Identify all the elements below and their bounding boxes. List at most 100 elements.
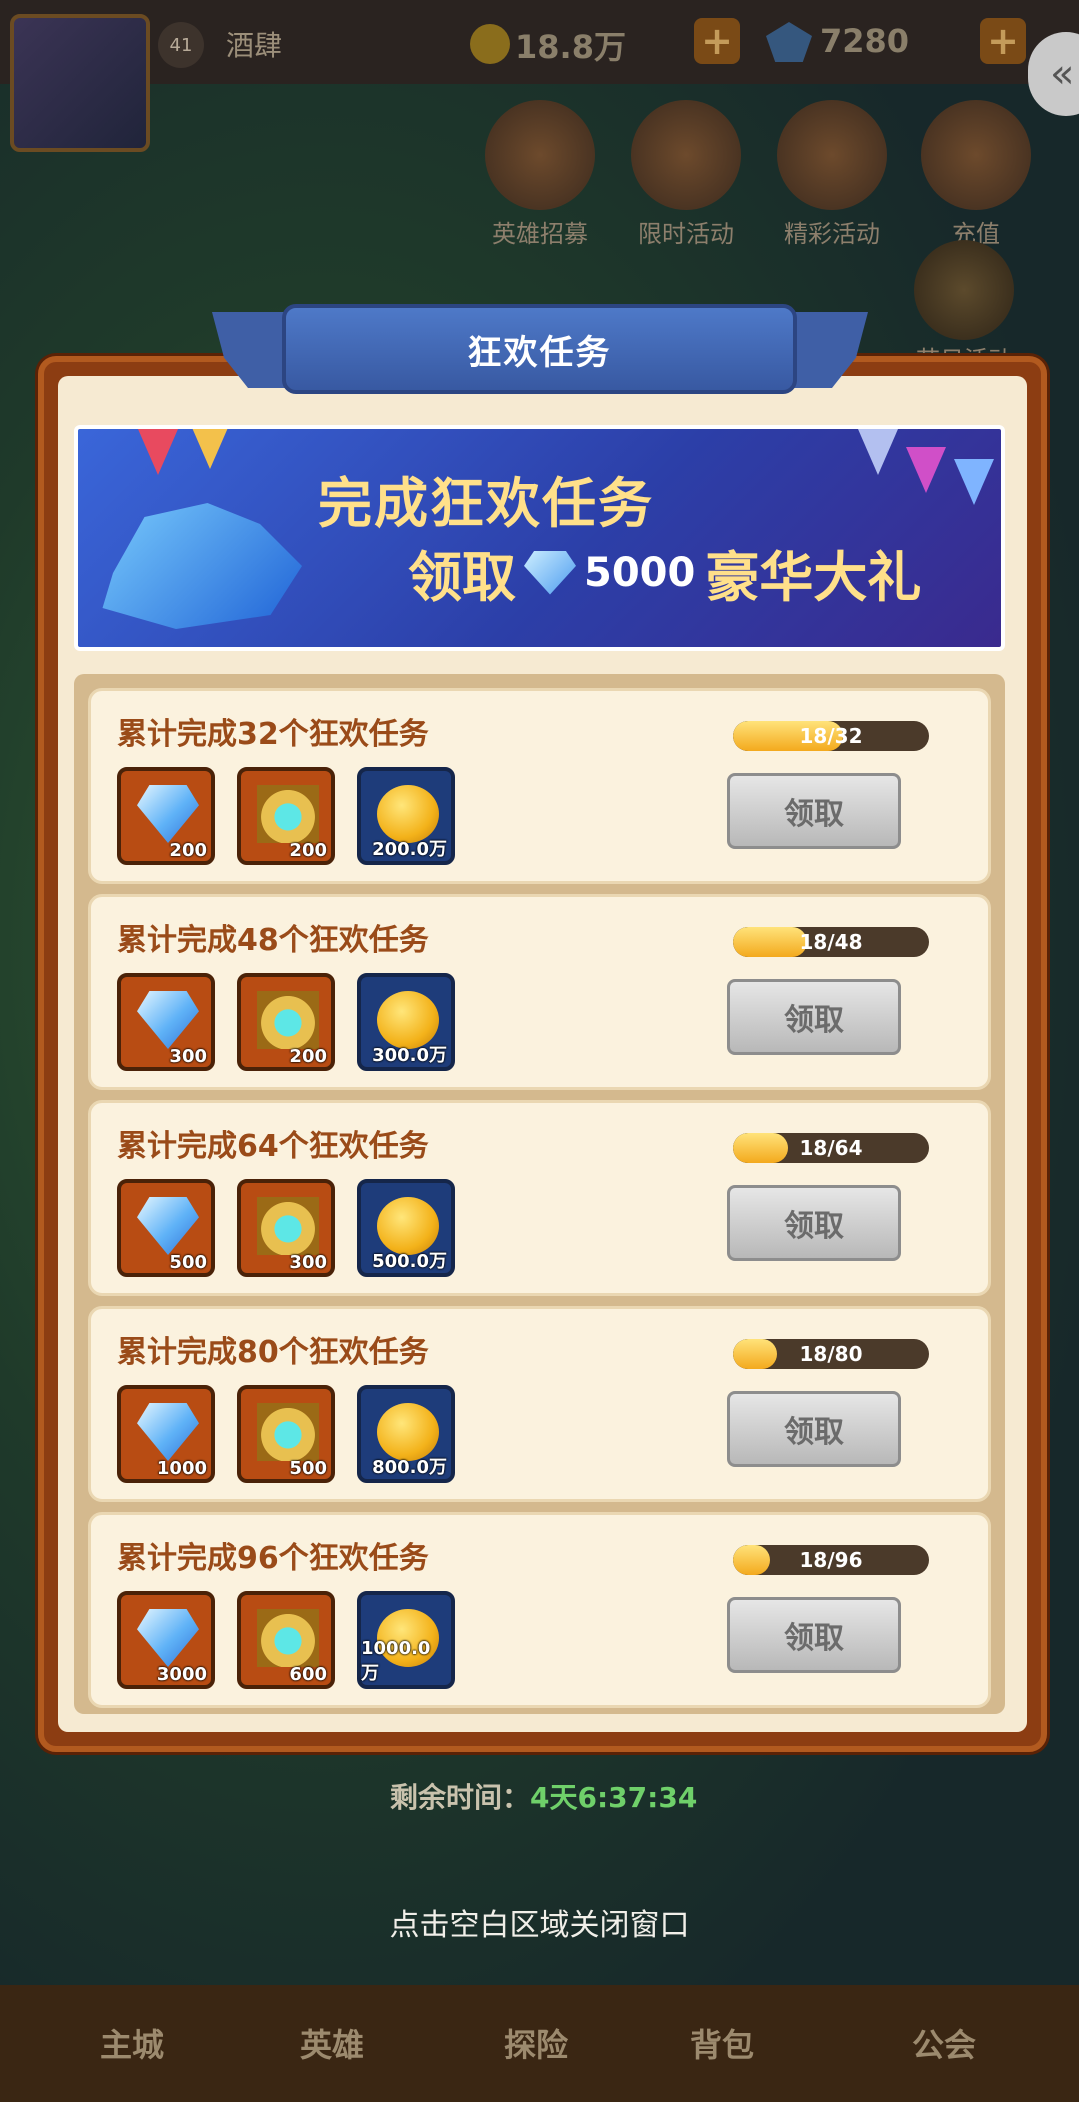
bunting-flag xyxy=(954,459,994,505)
close-hint[interactable]: 点击空白区域关闭窗口 xyxy=(0,1900,1079,1944)
reward-slot[interactable]: 300.0万 xyxy=(357,973,455,1071)
task-progress-bar: 18/64 xyxy=(733,1133,929,1163)
reward-slot[interactable]: 500.0万 xyxy=(357,1179,455,1277)
reward-slot[interactable]: 1000 xyxy=(117,1385,215,1483)
reward-quantity: 200 xyxy=(289,840,327,861)
reward-quantity: 300 xyxy=(169,1046,207,1067)
emblem-icon xyxy=(257,1609,319,1667)
reward-quantity: 800.0万 xyxy=(372,1457,447,1478)
player-level-badge: 41 xyxy=(158,22,204,68)
reward-slot[interactable]: 300 xyxy=(237,1179,335,1277)
gem-balance: 7280 xyxy=(820,22,910,60)
bunting-flag xyxy=(138,429,178,475)
festival-event-icon xyxy=(914,240,1014,340)
claim-button[interactable]: 领取 xyxy=(727,979,901,1055)
top-activity-label: 限时活动 xyxy=(638,220,734,248)
reward-quantity: 500.0万 xyxy=(372,1251,447,1272)
task-title: 累计完成48个狂欢任务 xyxy=(117,923,429,958)
coin-icon xyxy=(470,24,510,64)
reward-slot[interactable]: 3000 xyxy=(117,1591,215,1689)
banner-gem-amount: 5000 xyxy=(584,549,696,596)
add-coins-button[interactable]: + xyxy=(694,18,740,64)
task-list[interactable]: 累计完成32个狂欢任务 200 200 200.0万 18/32 领取 累计完成4… xyxy=(74,674,1005,1714)
limited-event-icon xyxy=(631,100,741,210)
reward-slot[interactable]: 800.0万 xyxy=(357,1385,455,1483)
claim-button[interactable]: 领取 xyxy=(727,1597,901,1673)
reward-quantity: 1000 xyxy=(156,1458,207,1479)
reward-slot[interactable]: 500 xyxy=(117,1179,215,1277)
reward-quantity: 3000 xyxy=(156,1664,207,1685)
claim-button[interactable]: 领取 xyxy=(727,1391,901,1467)
nav-backpack[interactable]: 背包 xyxy=(690,2020,754,2066)
task-title: 累计完成96个狂欢任务 xyxy=(117,1541,429,1576)
task-card: 累计完成48个狂欢任务 300 200 300.0万 18/48 领取 xyxy=(88,894,991,1090)
gem-icon xyxy=(137,1403,199,1461)
task-progress-bar: 18/80 xyxy=(733,1339,929,1369)
hero-recruit-icon xyxy=(485,100,595,210)
task-card: 累计完成80个狂欢任务 1000 500 800.0万 18/80 领取 xyxy=(88,1306,991,1502)
claim-button[interactable]: 领取 xyxy=(727,1185,901,1261)
nav-heroes[interactable]: 英雄 xyxy=(300,2020,364,2066)
nav-main-city[interactable]: 主城 xyxy=(100,2020,164,2066)
reward-quantity: 500 xyxy=(289,1458,327,1479)
task-progress-bar: 18/32 xyxy=(733,721,929,751)
task-progress-text: 18/48 xyxy=(799,930,863,954)
reward-quantity: 500 xyxy=(169,1252,207,1273)
recharge-icon xyxy=(921,100,1031,210)
emblem-icon xyxy=(257,1403,319,1461)
task-card: 累计完成64个狂欢任务 500 300 500.0万 18/64 领取 xyxy=(88,1100,991,1296)
add-gems-button[interactable]: + xyxy=(980,18,1026,64)
recharge-button[interactable]: 充值 xyxy=(916,100,1036,249)
banner-claim-text: 领取 xyxy=(408,546,516,609)
reward-slot[interactable]: 200.0万 xyxy=(357,767,455,865)
reward-quantity: 200.0万 xyxy=(372,839,447,860)
task-title: 累计完成64个狂欢任务 xyxy=(117,1129,429,1164)
top-activity-label: 精彩活动 xyxy=(784,220,880,248)
banner-subline: 领取 5000 豪华大礼 xyxy=(408,533,921,612)
reward-quantity: 600 xyxy=(289,1664,327,1685)
task-progress-text: 18/64 xyxy=(799,1136,863,1160)
bunting-flag xyxy=(858,429,898,475)
reward-slot[interactable]: 200 xyxy=(237,973,335,1071)
reward-slot[interactable]: 600 xyxy=(237,1591,335,1689)
claim-button[interactable]: 领取 xyxy=(727,773,901,849)
festival-event-button[interactable]: 节日活动 xyxy=(914,240,1014,375)
remaining-time: 剩余时间：4天6:37:34 xyxy=(390,1776,697,1816)
task-card: 累计完成96个狂欢任务 3000 600 1000.0万 18/96 领取 xyxy=(88,1512,991,1708)
gem-pile-icon xyxy=(102,503,302,629)
task-progress-text: 18/80 xyxy=(799,1342,863,1366)
banner-gift-text: 豪华大礼 xyxy=(705,546,922,609)
emblem-icon xyxy=(257,991,319,1049)
emblem-icon xyxy=(257,785,319,843)
reward-quantity: 200 xyxy=(169,840,207,861)
reward-slot[interactable]: 200 xyxy=(117,767,215,865)
featured-event-icon xyxy=(777,100,887,210)
gem-icon xyxy=(137,1197,199,1255)
task-card: 累计完成32个狂欢任务 200 200 200.0万 18/32 领取 xyxy=(88,688,991,884)
gem-icon xyxy=(137,991,199,1049)
remaining-time-value: 4天6:37:34 xyxy=(530,1781,698,1814)
emblem-icon xyxy=(257,1197,319,1255)
hero-recruit-button[interactable]: 英雄招募 xyxy=(480,100,600,249)
coin-balance: 18.8万 xyxy=(515,28,626,66)
gem-icon xyxy=(137,785,199,843)
reward-banner: 完成狂欢任务 领取 5000 豪华大礼 xyxy=(74,425,1005,651)
reward-slot[interactable]: 1000.0万 xyxy=(357,1591,455,1689)
task-progress-text: 18/32 xyxy=(799,724,863,748)
limited-event-button[interactable]: 限时活动 xyxy=(626,100,746,249)
gem-icon xyxy=(137,1609,199,1667)
player-avatar[interactable] xyxy=(10,14,150,152)
nav-guild[interactable]: 公会 xyxy=(912,2020,976,2066)
featured-event-button[interactable]: 精彩活动 xyxy=(772,100,892,249)
reward-slot[interactable]: 500 xyxy=(237,1385,335,1483)
task-title: 累计完成80个狂欢任务 xyxy=(117,1335,429,1370)
remaining-time-label: 剩余时间： xyxy=(390,1781,531,1814)
top-activity-label: 英雄招募 xyxy=(492,220,588,248)
reward-slot[interactable]: 200 xyxy=(237,767,335,865)
reward-slot[interactable]: 300 xyxy=(117,973,215,1071)
reward-quantity: 200 xyxy=(289,1046,327,1067)
modal-title: 狂欢任务 xyxy=(282,304,797,394)
bunting-flag xyxy=(906,447,946,493)
nav-explore[interactable]: 探险 xyxy=(504,2020,568,2066)
gem-icon xyxy=(524,550,576,595)
